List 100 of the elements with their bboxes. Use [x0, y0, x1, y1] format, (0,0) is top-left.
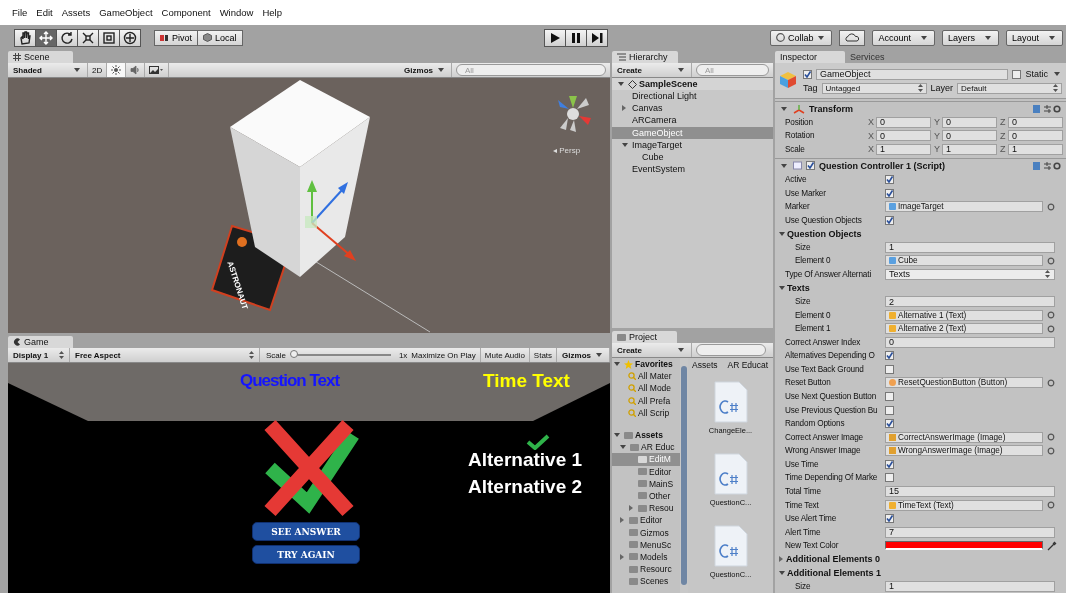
- object-picker-icon[interactable]: [1047, 378, 1055, 387]
- vector-field[interactable]: 0: [942, 116, 997, 128]
- toolbar-dropdown[interactable]: Account: [872, 29, 935, 46]
- checkbox[interactable]: [885, 514, 894, 524]
- display-dropdown[interactable]: Display 1: [8, 348, 70, 362]
- pivot-button[interactable]: Pivot: [154, 29, 198, 46]
- pause-button[interactable]: [564, 28, 587, 47]
- vector-field[interactable]: 0: [876, 116, 931, 128]
- project-tab[interactable]: Project: [612, 331, 677, 343]
- hierarchy-item[interactable]: ARCamera: [612, 114, 773, 127]
- favorites-item[interactable]: Favorites: [612, 358, 680, 371]
- foldout-header[interactable]: Additional Elements 1: [775, 567, 882, 578]
- favorite-search-item[interactable]: All Mode: [612, 382, 680, 395]
- game-option-toggle[interactable]: Mute Audio: [480, 348, 530, 362]
- tool-button[interactable]: [14, 28, 36, 47]
- alternative-text[interactable]: Alternative 2: [468, 476, 583, 497]
- checkbox[interactable]: [885, 215, 894, 225]
- folder-item[interactable]: Scenes: [612, 575, 680, 588]
- projection-label[interactable]: ◂ Persp: [553, 146, 581, 155]
- component-tools-icon[interactable]: [1032, 160, 1062, 171]
- object-picker-icon[interactable]: [1047, 202, 1055, 211]
- folder-item[interactable]: Editor: [612, 465, 680, 478]
- collab-dropdown[interactable]: Collab: [769, 29, 833, 46]
- vector-field[interactable]: 1: [942, 143, 997, 155]
- folder-item[interactable]: Other: [612, 489, 680, 503]
- static-checkbox[interactable]: [1012, 69, 1022, 79]
- component-header[interactable]: Question Controller 1 (Script): [775, 157, 1066, 173]
- number-field[interactable]: 2: [885, 296, 1055, 308]
- hierarchy-item[interactable]: Directional Light: [612, 90, 773, 103]
- game-option-toggle[interactable]: Stats: [529, 348, 558, 362]
- color-field[interactable]: [885, 541, 1043, 551]
- tag-dropdown[interactable]: Untagged: [821, 82, 927, 94]
- hierarchy-tab[interactable]: Hierarchy: [612, 51, 678, 63]
- gizmos-dropdown[interactable]: Gizmos: [557, 348, 610, 362]
- expand-arrow-icon[interactable]: [779, 231, 785, 236]
- aspect-dropdown[interactable]: Free Aspect: [70, 348, 260, 362]
- layer-dropdown[interactable]: Default: [957, 82, 1062, 94]
- local-button[interactable]: Local: [197, 29, 243, 46]
- object-picker-icon[interactable]: [1047, 256, 1055, 265]
- object-field[interactable]: Alternative 1 (Text): [885, 309, 1043, 321]
- folder-item[interactable]: AR Educ: [612, 441, 680, 454]
- menu-item[interactable]: Help: [262, 7, 282, 18]
- scrollbar-thumb[interactable]: [681, 366, 687, 585]
- number-field[interactable]: 1: [885, 241, 1055, 253]
- hierarchy-item[interactable]: ImageTarget: [612, 138, 773, 151]
- breadcrumb-item[interactable]: Assets: [692, 359, 718, 370]
- menu-item[interactable]: Component: [161, 7, 211, 18]
- menu-item[interactable]: Assets: [61, 7, 91, 18]
- lighting-toggle[interactable]: [107, 63, 127, 77]
- game-tab[interactable]: Game: [8, 336, 73, 348]
- number-field[interactable]: 0: [885, 336, 1055, 348]
- checkbox[interactable]: [885, 188, 894, 198]
- menu-item[interactable]: Edit: [36, 7, 53, 18]
- folder-item[interactable]: MenuSc: [612, 538, 680, 551]
- tool-button[interactable]: [77, 28, 99, 47]
- component-header[interactable]: Transform: [775, 100, 1066, 116]
- folder-item[interactable]: Resou: [612, 502, 680, 515]
- checkbox[interactable]: [885, 351, 894, 361]
- tool-button[interactable]: [119, 28, 141, 47]
- number-field[interactable]: 7: [885, 526, 1055, 538]
- toolbar-dropdown[interactable]: Layout: [1005, 29, 1063, 46]
- vector-field[interactable]: 0: [1008, 116, 1063, 128]
- expand-arrow-icon[interactable]: [620, 445, 626, 450]
- hierarchy-item[interactable]: Canvas: [612, 102, 773, 115]
- step-button[interactable]: [585, 28, 608, 47]
- gizmos-dropdown[interactable]: Gizmos: [399, 63, 452, 77]
- vector-field[interactable]: 0: [942, 130, 997, 142]
- object-picker-icon[interactable]: [1047, 501, 1055, 509]
- checkbox[interactable]: [885, 392, 894, 401]
- checkbox[interactable]: [885, 419, 894, 429]
- toolbar-dropdown[interactable]: Layers: [941, 29, 999, 46]
- search-field[interactable]: [696, 344, 766, 356]
- dropdown-arrow-icon[interactable]: [1054, 72, 1060, 77]
- scene-header[interactable]: SampleScene: [612, 78, 773, 90]
- hierarchy-item[interactable]: EventSystem: [612, 163, 773, 176]
- expand-arrow-icon[interactable]: [779, 570, 785, 575]
- number-field[interactable]: 15: [885, 485, 1055, 497]
- component-tools-icon[interactable]: [1032, 103, 1062, 114]
- folder-item[interactable]: Models: [612, 550, 680, 563]
- create-dropdown[interactable]: Create: [612, 63, 692, 77]
- checkbox[interactable]: [885, 473, 894, 483]
- name-field[interactable]: GameObject: [816, 68, 1009, 80]
- foldout-header[interactable]: Texts: [775, 283, 810, 293]
- tool-button[interactable]: [56, 28, 78, 47]
- vector-field[interactable]: 1: [1008, 143, 1063, 155]
- object-field[interactable]: Alternative 2 (Text): [885, 323, 1043, 335]
- foldout-header[interactable]: Additional Elements 0: [775, 554, 881, 565]
- tool-button[interactable]: [98, 28, 120, 47]
- expand-arrow-icon[interactable]: [622, 142, 628, 147]
- folder-item[interactable]: Editor: [612, 514, 680, 527]
- expand-arrow-icon[interactable]: [620, 553, 624, 560]
- vector-field[interactable]: 0: [1008, 130, 1063, 142]
- enabled-checkbox[interactable]: [806, 161, 815, 171]
- checkbox[interactable]: [885, 459, 894, 469]
- tool-button[interactable]: [35, 28, 57, 47]
- object-field[interactable]: ImageTarget: [885, 201, 1043, 213]
- cloud-button[interactable]: [839, 29, 866, 46]
- foldout-header[interactable]: Question Objects: [775, 228, 862, 239]
- expand-arrow-icon[interactable]: [781, 106, 787, 111]
- checkbox[interactable]: [885, 405, 894, 415]
